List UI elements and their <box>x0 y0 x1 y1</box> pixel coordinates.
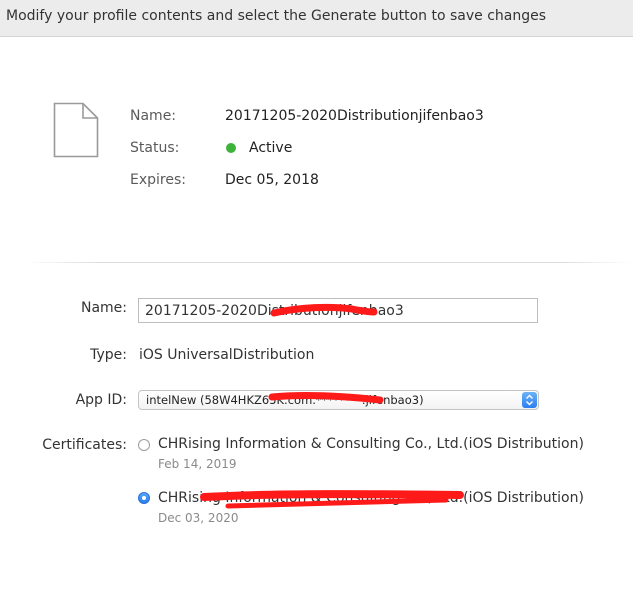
redaction-mark <box>200 490 464 509</box>
summary-status-label: Status: <box>130 140 180 156</box>
certificate-radio-selected[interactable] <box>138 492 150 504</box>
document-icon <box>53 102 99 158</box>
status-indicator-icon <box>226 143 236 153</box>
section-divider <box>25 262 633 263</box>
certificate-name: CHRising Information & Consulting Co., L… <box>158 436 584 452</box>
summary-status-value: Active <box>249 140 293 156</box>
instruction-text: Modify your profile contents and select … <box>6 8 547 24</box>
certificate-expiry-date: Feb 14, 2019 <box>158 457 237 471</box>
certificates-label: Certificates: <box>42 437 127 453</box>
redaction-mark <box>270 303 378 317</box>
instruction-bar: Modify your profile contents and select … <box>0 0 633 37</box>
type-label: Type: <box>90 347 127 363</box>
name-field-label: Name: <box>80 300 127 316</box>
summary-name-value: 20171205-2020Distributionjifenbao3 <box>225 108 484 124</box>
certificate-radio[interactable] <box>138 439 150 451</box>
redaction-mark <box>268 392 384 404</box>
app-id-label: App ID: <box>75 392 127 408</box>
select-stepper-icon[interactable] <box>522 392 537 408</box>
summary-name-label: Name: <box>130 108 177 124</box>
type-value: iOS UniversalDistribution <box>139 347 315 363</box>
summary-expires-value: Dec 05, 2018 <box>225 172 319 188</box>
summary-expires-label: Expires: <box>130 172 186 188</box>
